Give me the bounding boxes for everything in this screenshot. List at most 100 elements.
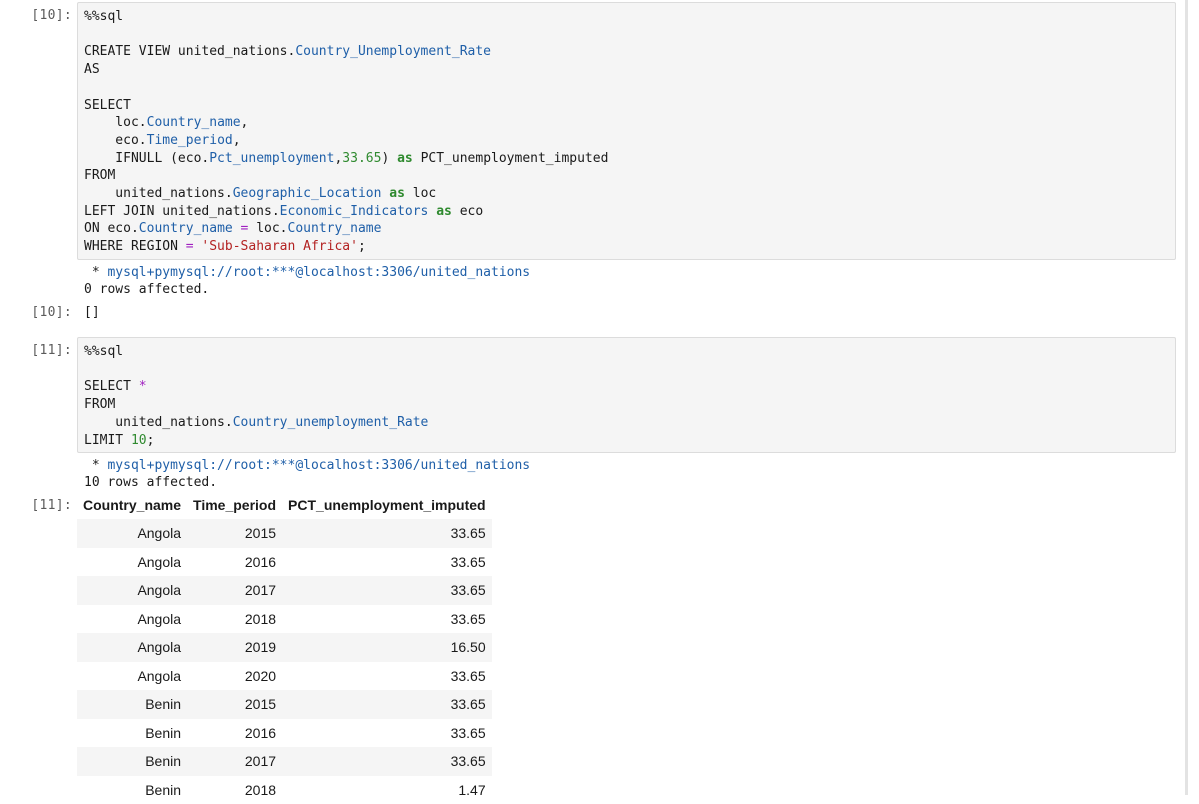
cell-pct-unemployment: 33.65	[282, 605, 492, 634]
code-line: WHERE REGION = 'Sub-Saharan Africa';	[84, 239, 366, 254]
cell-country-name: Angola	[77, 576, 187, 605]
output-prompt-10: [10]:	[0, 305, 72, 321]
cell-time-period: 2016	[187, 719, 282, 748]
code-token: SELECT	[84, 379, 139, 394]
stream-output-10: * mysql+pymysql://root:***@localhost:330…	[84, 264, 530, 298]
cell-country-name: Angola	[77, 662, 187, 691]
result-table: Country_name Time_period PCT_unemploymen…	[77, 491, 492, 804]
column-header-country-name: Country_name	[77, 491, 187, 519]
code-editor[interactable]: %%sql SELECT * FROM united_nations.Count…	[84, 343, 428, 449]
code-token: LEFT JOIN united_nations.	[84, 204, 280, 219]
code-line: SELECT	[84, 98, 131, 113]
stream-output-11: * mysql+pymysql://root:***@localhost:330…	[84, 457, 530, 491]
output-prompt-11: [11]:	[0, 498, 72, 514]
code-token: Country_name	[288, 221, 382, 236]
cell-time-period: 2016	[187, 548, 282, 577]
code-token: ;	[147, 433, 155, 448]
rows-affected-text: 0 rows affected.	[84, 282, 209, 297]
code-line: LEFT JOIN united_nations.Economic_Indica…	[84, 204, 483, 219]
code-token: CREATE VIEW united_nations.	[84, 44, 295, 59]
code-token: Country_name	[139, 221, 233, 236]
result-output-10: []	[84, 305, 100, 320]
code-token: ON eco.	[84, 221, 139, 236]
cell-pct-unemployment: 33.65	[282, 576, 492, 605]
code-line: LIMIT 10;	[84, 433, 154, 448]
cell-country-name: Benin	[77, 776, 187, 804]
code-token: WHERE REGION	[84, 239, 186, 254]
code-line: FROM	[84, 397, 115, 412]
code-token: PCT_unemployment_imputed	[413, 151, 609, 166]
code-token: Economic_Indicators	[280, 204, 429, 219]
code-line: ON eco.Country_name = loc.Country_name	[84, 221, 381, 236]
stream-bullet: *	[84, 265, 107, 280]
code-line: %%sql	[84, 344, 123, 359]
table-row: Benin201633.65	[77, 719, 492, 748]
code-token: SELECT	[84, 98, 131, 113]
code-line: FROM	[84, 168, 115, 183]
cell-country-name: Angola	[77, 605, 187, 634]
code-token: )	[381, 151, 397, 166]
code-token: Country_Unemployment_Rate	[295, 44, 491, 59]
code-token: eco.	[84, 133, 147, 148]
table-row: Angola201533.65	[77, 519, 492, 548]
code-token: FROM	[84, 397, 115, 412]
input-prompt-11: [11]:	[0, 343, 72, 359]
table-row: Angola201733.65	[77, 576, 492, 605]
cell-country-name: Benin	[77, 719, 187, 748]
code-cell-11[interactable]: %%sql SELECT * FROM united_nations.Count…	[77, 337, 1176, 453]
code-token: loc	[405, 186, 436, 201]
table-row: Angola201633.65	[77, 548, 492, 577]
code-token: AS	[84, 62, 100, 77]
code-token: ,	[233, 133, 241, 148]
code-token	[233, 221, 241, 236]
connection-string: mysql+pymysql://root:***@localhost:3306/…	[107, 458, 530, 473]
code-line: united_nations.Country_unemployment_Rate	[84, 415, 428, 430]
connection-string: mysql+pymysql://root:***@localhost:3306/…	[107, 265, 530, 280]
code-cell-10[interactable]: %%sql CREATE VIEW united_nations.Country…	[77, 2, 1176, 260]
code-token: Country_name	[147, 115, 241, 130]
cell-country-name: Angola	[77, 519, 187, 548]
code-token: loc.	[84, 115, 147, 130]
cell-time-period: 2015	[187, 690, 282, 719]
cell-pct-unemployment: 33.65	[282, 747, 492, 776]
cell-country-name: Angola	[77, 633, 187, 662]
table-row: Benin20181.47	[77, 776, 492, 804]
column-header-time-period: Time_period	[187, 491, 282, 519]
cell-pct-unemployment: 33.65	[282, 662, 492, 691]
cell-pct-unemployment: 33.65	[282, 548, 492, 577]
cell-pct-unemployment: 33.65	[282, 690, 492, 719]
cell-time-period: 2017	[187, 576, 282, 605]
code-line: loc.Country_name,	[84, 115, 248, 130]
cell-pct-unemployment: 16.50	[282, 633, 492, 662]
code-token: 33.65	[342, 151, 381, 166]
code-token: loc.	[248, 221, 287, 236]
code-token: *	[139, 379, 147, 394]
cell-pct-unemployment: 33.65	[282, 719, 492, 748]
cell-time-period: 2018	[187, 776, 282, 804]
cell-country-name: Angola	[77, 548, 187, 577]
code-token: Time_period	[147, 133, 233, 148]
code-token: FROM	[84, 168, 115, 183]
code-token: 'Sub-Saharan Africa'	[201, 239, 358, 254]
cell-country-name: Benin	[77, 690, 187, 719]
table-row: Angola202033.65	[77, 662, 492, 691]
table-header-row: Country_name Time_period PCT_unemploymen…	[77, 491, 492, 519]
cell-time-period: 2020	[187, 662, 282, 691]
code-token: Country_unemployment_Rate	[233, 415, 429, 430]
column-header-pct-unemployment: PCT_unemployment_imputed	[282, 491, 492, 519]
code-token: %%sql	[84, 344, 123, 359]
code-editor[interactable]: %%sql CREATE VIEW united_nations.Country…	[84, 8, 608, 256]
table-row: Benin201733.65	[77, 747, 492, 776]
code-token: Geographic_Location	[233, 186, 382, 201]
rows-affected-text: 10 rows affected.	[84, 475, 217, 490]
code-line: IFNULL (eco.Pct_unemployment,33.65) as P…	[84, 151, 608, 166]
cell-time-period: 2019	[187, 633, 282, 662]
code-line: AS	[84, 62, 100, 77]
cell-time-period: 2017	[187, 747, 282, 776]
code-token: =	[186, 239, 194, 254]
input-prompt-10: [10]:	[0, 8, 72, 24]
code-token: as	[436, 204, 452, 219]
code-token: eco	[452, 204, 483, 219]
code-token: ;	[358, 239, 366, 254]
table-row: Angola201833.65	[77, 605, 492, 634]
